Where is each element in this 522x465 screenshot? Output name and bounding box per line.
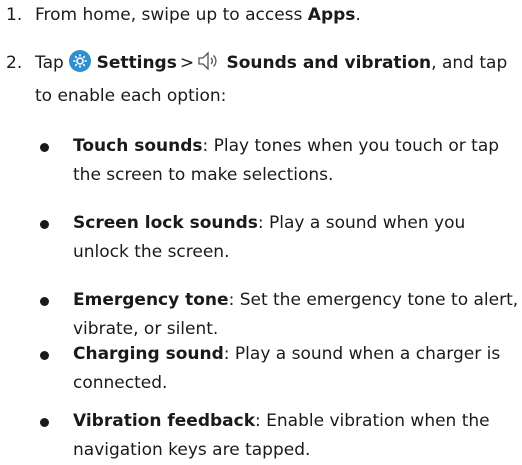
- step-1-prefix: From home, swipe up to access: [35, 5, 308, 25]
- option-text: Charging sound: Play a sound when a char…: [73, 340, 522, 398]
- sounds-vibration-label: Sounds and vibration: [226, 53, 432, 73]
- option-title: Charging sound: [73, 344, 224, 364]
- path-separator: >: [179, 53, 195, 73]
- speaker-icon: [197, 50, 221, 82]
- step-1-suffix: .: [355, 5, 361, 25]
- settings-label: Settings: [96, 53, 177, 73]
- bullet: [40, 418, 49, 427]
- option-title: Emergency tone: [73, 290, 229, 310]
- option-title: Vibration feedback: [73, 411, 256, 431]
- step-text: From home, swipe up to access Apps.: [35, 1, 510, 30]
- option-text: Touch sounds: Play tones when you touch …: [73, 132, 522, 190]
- instructions-page: 1. From home, swipe up to access Apps. 2…: [0, 0, 522, 465]
- tap-word: Tap: [35, 53, 64, 73]
- bullet: [40, 297, 49, 306]
- gear-icon: [69, 50, 92, 82]
- step-number: 2.: [6, 53, 23, 73]
- option-text: Emergency tone: Set the emergency tone t…: [73, 286, 522, 344]
- option-text: Vibration feedback: Enable vibration whe…: [73, 407, 522, 465]
- bullet: [40, 351, 49, 360]
- option-title: Screen lock sounds: [73, 213, 258, 233]
- bullet: [40, 220, 49, 229]
- option-title: Touch sounds: [73, 136, 203, 156]
- step-text: Tap Settings > Sounds and vibration, and …: [35, 49, 510, 111]
- bullet: [40, 143, 49, 152]
- option-text: Screen lock sounds: Play a sound when yo…: [73, 209, 522, 267]
- step-number: 1.: [6, 5, 23, 25]
- apps-label: Apps: [307, 5, 356, 25]
